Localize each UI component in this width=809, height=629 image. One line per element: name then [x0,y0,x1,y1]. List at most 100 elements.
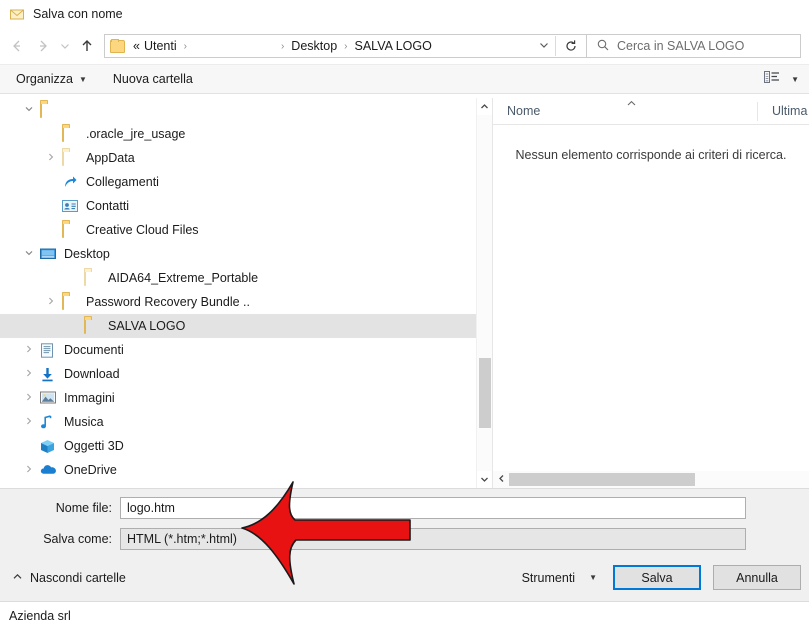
chevron-down-icon: ▼ [78,74,87,84]
tree-item-label: AIDA64_Extreme_Portable [108,271,259,285]
scrollbar-thumb[interactable] [509,473,695,486]
breadcrumb-item-salva-logo[interactable]: SALVA LOGO [353,39,434,53]
chevron-up-icon [626,99,637,111]
breadcrumb-overflow[interactable]: « [131,39,142,53]
new-folder-label: Nuova cartella [112,72,193,86]
forward-button[interactable] [30,33,56,59]
music-icon [40,414,57,430]
tree-item[interactable]: Collegamenti [0,170,476,194]
scrollbar-track[interactable] [477,115,492,471]
breadcrumb-item-utenti[interactable]: Utenti [142,39,179,53]
tree-item-label: Collegamenti [86,175,159,189]
new-folder-button[interactable]: Nuova cartella [113,72,193,86]
file-horizontal-scrollbar[interactable] [493,471,809,488]
breadcrumb-separator: › [280,40,285,52]
expander-expand-icon[interactable] [18,392,40,405]
tree-item[interactable]: Password Recovery Bundle .. [0,290,476,314]
file-list-pane[interactable]: Nome Ultima Nessun elemento corrisponde … [492,98,809,488]
savetype-select[interactable]: HTML (*.htm;*.html) [120,527,746,550]
tree-item-label: Musica [64,415,104,429]
tree-item[interactable]: Download [0,362,476,386]
tree-item[interactable]: .oracle_jre_usage [0,122,476,146]
expander-expand-icon[interactable] [18,464,40,477]
tree-item[interactable]: Immagini [0,386,476,410]
expander-collapse-icon[interactable] [18,248,40,261]
folder-icon [40,101,57,118]
navigation-pane[interactable]: .oracle_jre_usage AppData Collegamenti Cont… [0,98,476,488]
search-icon [596,38,610,55]
list-view-icon[interactable] [764,70,781,88]
address-bar[interactable]: « Utenti › › Desktop › SALVA LOGO [104,34,587,58]
tree-item[interactable]: Oggetti 3D [0,434,476,458]
breadcrumb-item-desktop[interactable]: Desktop [289,39,339,53]
tree-item[interactable]: AppData [0,146,476,170]
mail-envelope-icon [9,6,25,22]
expander-expand-icon[interactable] [40,296,62,309]
cancel-button[interactable]: Annulla [713,565,801,590]
status-text: Azienda srl [9,608,71,623]
organize-button[interactable]: Organizza ▼ [16,72,87,86]
scroll-up-button[interactable] [477,98,492,115]
column-header-ultima-label: Ultima [772,104,808,118]
window-title: Salva con nome [33,7,123,21]
chevron-down-icon[interactable] [533,39,555,54]
scrollbar-thumb[interactable] [479,358,491,428]
chevron-down-icon: ▼ [589,573,597,582]
tree-item[interactable]: Documenti [0,338,476,362]
expander-expand-icon[interactable] [18,416,40,429]
tree-item-label: OneDrive [64,463,117,477]
tree-vertical-scrollbar[interactable] [476,98,492,488]
hide-folders-button[interactable]: Nascondi cartelle [12,571,126,585]
folder-pale-icon [62,149,79,166]
save-button[interactable]: Salva [613,565,701,590]
tree-item[interactable]: Desktop [0,242,476,266]
expander-expand-icon[interactable] [18,368,40,381]
tree-item[interactable]: Creative Cloud Files [0,218,476,242]
recent-locations-button[interactable] [56,33,74,59]
tree-item-label: Creative Cloud Files [86,223,199,237]
tree-item-label: Oggetti 3D [64,439,124,453]
expander-expand-icon[interactable] [40,152,62,165]
expander-collapse-icon[interactable] [18,104,40,117]
tree-item[interactable] [0,98,476,122]
savetype-label: Salva come: [43,531,112,546]
main-content: .oracle_jre_usage AppData Collegamenti Cont… [0,98,809,488]
tree-item-label: Password Recovery Bundle .. [86,295,250,309]
button-group: Strumenti ▼ Salva Annulla [522,565,801,590]
tree-item[interactable]: OneDrive [0,458,476,482]
column-headers: Nome Ultima [493,98,809,125]
folder-icon [62,125,79,142]
shortcut-icon [62,175,79,190]
tree-item[interactable]: AIDA64_Extreme_Portable [0,266,476,290]
documents-icon [40,342,57,358]
folder-icon [84,317,101,334]
tree-item[interactable]: Contatti [0,194,476,218]
command-toolbar: Organizza ▼ Nuova cartella ▼ [0,64,809,94]
refresh-icon[interactable] [556,35,586,57]
scroll-down-button[interactable] [477,471,492,488]
back-button[interactable] [4,33,30,59]
expander-expand-icon[interactable] [18,344,40,357]
title-bar: Salva con nome [0,0,809,28]
tree-item[interactable]: SALVA LOGO [0,314,476,338]
save-form: Nome file: logo.htm Salva come: HTML (*.… [0,488,809,554]
tree-item[interactable]: Musica [0,410,476,434]
savetype-row: Salva come: HTML (*.htm;*.html) [0,526,809,551]
breadcrumb-separator: › [344,40,348,52]
up-button[interactable] [74,33,100,59]
breadcrumb-separator: › [183,40,187,52]
search-box[interactable]: Cerca in SALVA LOGO [587,34,801,58]
scroll-left-button[interactable] [493,474,509,485]
filename-input[interactable]: logo.htm [120,496,746,519]
folder-pale-icon [84,269,101,286]
tools-dropdown[interactable]: Strumenti ▼ [522,571,597,585]
empty-list-message: Nessun elemento corrisponde ai criteri d… [515,148,787,162]
folder-icon [62,221,79,238]
tree-item-label: Documenti [64,343,124,357]
3d-objects-icon [40,439,57,454]
column-header-nome[interactable]: Nome [493,98,758,125]
breadcrumb[interactable]: « Utenti › › Desktop › SALVA LOGO [110,39,533,53]
chevron-down-icon[interactable]: ▼ [791,75,799,84]
column-header-ultima[interactable]: Ultima [758,98,807,125]
search-input[interactable]: Cerca in SALVA LOGO [617,39,744,53]
